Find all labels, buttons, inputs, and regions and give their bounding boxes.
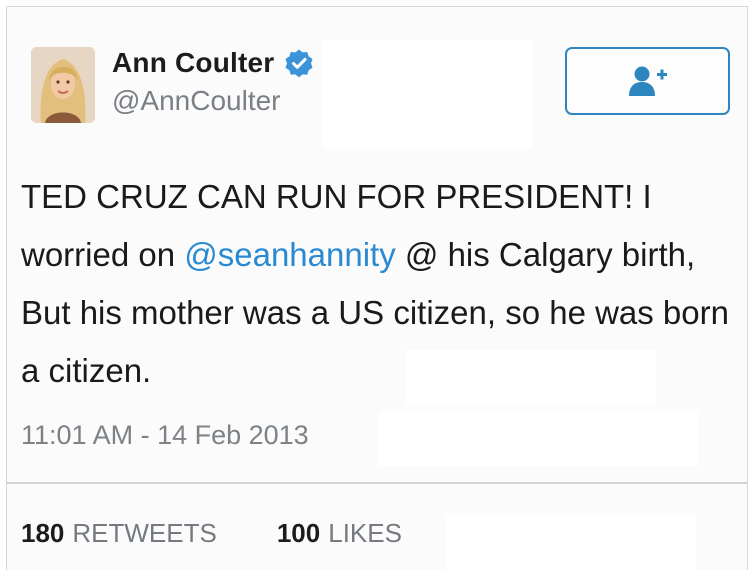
user-name-row: Ann Coulter	[112, 47, 314, 79]
user-handle[interactable]: @AnnCoulter	[112, 85, 281, 117]
follow-button[interactable]	[565, 47, 730, 115]
tweet-stats: 180 RETWEETS 100 LIKES	[21, 518, 402, 549]
verified-badge-icon	[284, 48, 314, 78]
redaction-box	[446, 516, 696, 570]
retweets-stat[interactable]: 180 RETWEETS	[21, 518, 217, 549]
tweet-text: TED CRUZ CAN RUN FOR PRESIDENT! I worrie…	[21, 168, 736, 400]
redaction-box	[378, 412, 698, 466]
retweets-count: 180	[21, 518, 65, 548]
follow-user-plus-icon	[628, 66, 667, 96]
redaction-box	[322, 40, 532, 148]
profile-photo	[31, 47, 95, 123]
divider	[6, 482, 748, 484]
retweets-label: RETWEETS	[72, 518, 217, 548]
tweet-timestamp[interactable]: 11:01 AM - 14 Feb 2013	[21, 420, 309, 451]
avatar[interactable]	[31, 47, 95, 123]
likes-stat[interactable]: 100 LIKES	[277, 518, 402, 549]
likes-label: LIKES	[328, 518, 402, 548]
display-name[interactable]: Ann Coulter	[112, 47, 274, 79]
mention-link[interactable]: @seanhannity	[184, 236, 395, 273]
likes-count: 100	[276, 518, 321, 548]
